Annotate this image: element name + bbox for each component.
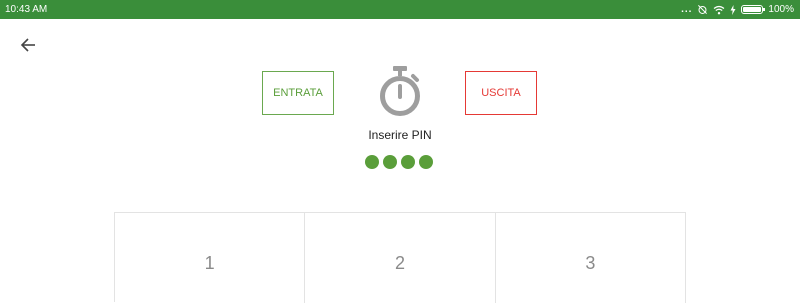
entrata-label: ENTRATA <box>273 87 323 99</box>
battery-percent: 100% <box>768 4 794 15</box>
status-icons: ... 100% <box>681 4 794 15</box>
keypad-key-label: 3 <box>585 253 596 273</box>
back-button[interactable] <box>18 36 38 54</box>
arrow-left-icon <box>20 38 35 52</box>
entrata-button[interactable]: ENTRATA <box>262 71 334 115</box>
pin-dot <box>383 155 397 169</box>
uscita-label: USCITA <box>481 87 521 99</box>
keypad-key-label: 1 <box>204 253 215 273</box>
charging-bolt-icon <box>730 4 736 15</box>
pin-indicator <box>365 155 433 169</box>
status-bar: 10:43 AM ... 100% <box>0 0 800 19</box>
keypad: 1 2 3 <box>114 212 686 303</box>
battery-icon <box>741 5 766 14</box>
pin-dot <box>401 155 415 169</box>
pin-dot <box>365 155 379 169</box>
pin-title: Inserire PIN <box>368 128 432 142</box>
status-time: 10:43 AM <box>5 4 48 15</box>
pin-dot <box>419 155 433 169</box>
uscita-button[interactable]: USCITA <box>465 71 537 115</box>
overflow-dots-icon: ... <box>681 4 693 15</box>
stopwatch-icon <box>380 66 420 116</box>
alarm-off-icon <box>698 5 708 14</box>
keypad-key-label: 2 <box>394 253 405 273</box>
wifi-icon <box>714 5 725 14</box>
